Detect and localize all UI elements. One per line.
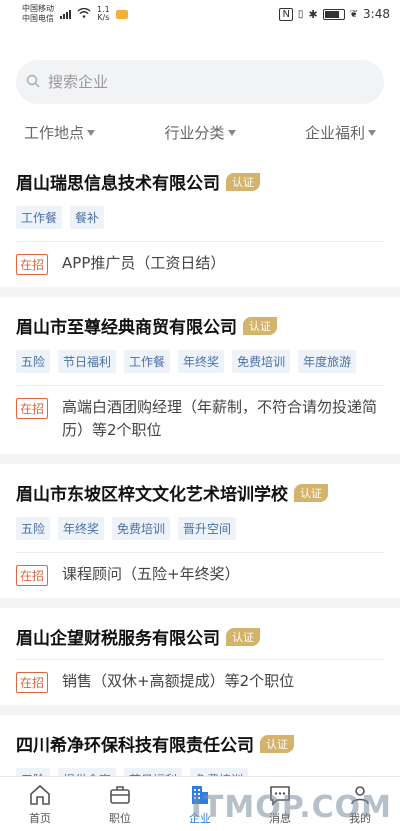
caret-down-icon <box>87 129 96 136</box>
tab-label: 首页 <box>29 811 51 825</box>
wifi-icon <box>77 7 91 21</box>
status-time: 3:48 <box>363 7 390 21</box>
company-name: 眉山瑞思信息技术有限公司 <box>16 174 220 194</box>
company-name: 眉山市至尊经典商贸有限公司 <box>16 318 237 338</box>
leaf-icon: ❦ <box>349 8 359 20</box>
benefit-tags: 五险 年终奖 免费培训 晋升空间 <box>16 517 384 553</box>
tab-home[interactable]: 首页 <box>10 783 70 826</box>
benefit-tag: 工作餐 <box>124 350 171 373</box>
filter-label: 行业分类 <box>164 124 225 142</box>
status-right: N ▯ ✱ ❦ 3:48 <box>279 7 390 21</box>
carrier-info: 中国移动 中国电信 <box>22 4 54 24</box>
job-row: 在招 高端白酒团购经理（年薪制，不符合请勿投递简历）等2个职位 <box>16 396 384 442</box>
header: 工作地点 行业分类 企业福利 <box>0 28 400 151</box>
hiring-badge: 在招 <box>16 254 49 275</box>
job-summary: 高端白酒团购经理（年薪制，不符合请勿投递简历）等2个职位 <box>62 398 378 439</box>
hiring-badge: 在招 <box>16 672 49 693</box>
filter-industry[interactable]: 行业分类 <box>164 122 236 143</box>
company-title-row: 眉山市东坡区梓文文化艺术培训学校 认证 <box>16 480 384 505</box>
benefit-tag: 工作餐 <box>16 206 63 229</box>
filter-label: 企业福利 <box>304 124 365 142</box>
network-speed: 1.1 K/s <box>97 6 110 22</box>
job-row: 在招 课程顾问（五险+年终奖） <box>16 563 384 586</box>
search-bar[interactable] <box>16 60 384 104</box>
job-row: 在招 销售（双休+高额提成）等2个职位 <box>16 670 384 693</box>
bluetooth-icon: ✱ <box>308 7 318 21</box>
vibrate-icon: ▯ <box>297 8 304 20</box>
company-title-row: 眉山企望财税服务有限公司 认证 <box>16 624 384 649</box>
company-card[interactable]: 眉山市至尊经典商贸有限公司 认证 五险 节日福利 工作餐 年终奖 免费培训 年度… <box>0 297 400 454</box>
benefit-tag: 免费培训 <box>232 350 291 373</box>
tab-jobs[interactable]: 职位 <box>90 783 150 826</box>
search-input[interactable] <box>48 73 348 91</box>
company-list: 眉山瑞思信息技术有限公司 认证 工作餐 餐补 在招 APP推广员（工资日结） 眉… <box>0 151 400 815</box>
benefit-tag: 免费培训 <box>112 517 171 540</box>
job-summary: 销售（双休+高额提成）等2个职位 <box>62 672 295 690</box>
filter-benefits[interactable]: 企业福利 <box>305 122 376 143</box>
notification-app-icon <box>115 9 128 19</box>
verified-badge: 认证 <box>226 172 260 191</box>
filter-location[interactable]: 工作地点 <box>24 122 96 143</box>
verified-badge: 认证 <box>226 627 260 646</box>
benefit-tag: 年终奖 <box>178 350 225 373</box>
filter-label: 工作地点 <box>24 124 85 142</box>
verified-badge: 认证 <box>260 734 294 753</box>
hiring-badge: 在招 <box>16 565 49 586</box>
speed-unit: K/s <box>97 13 110 22</box>
job-row: 在招 APP推广员（工资日结） <box>16 252 384 275</box>
status-left: 中国移动 中国电信 1.1 K/s <box>22 4 128 24</box>
bottom-tab-bar: 首页 职位 企业 消息 我的 ITMOP.COM <box>0 776 400 831</box>
verified-badge: 认证 <box>243 316 277 335</box>
home-icon <box>30 784 50 805</box>
status-bar: 中国移动 中国电信 1.1 K/s N ▯ ✱ ❦ 3:48 <box>0 0 400 28</box>
caret-down-icon <box>367 129 376 136</box>
hiring-badge: 在招 <box>16 398 49 419</box>
company-card[interactable]: 眉山企望财税服务有限公司 认证 在招 销售（双休+高额提成）等2个职位 <box>0 608 400 705</box>
verified-badge: 认证 <box>294 483 328 502</box>
benefit-tag: 晋升空间 <box>178 517 237 540</box>
signal-icon <box>60 9 71 19</box>
battery-icon <box>322 8 345 20</box>
nfc-icon: N <box>279 7 293 21</box>
caret-down-icon <box>227 129 236 136</box>
search-icon <box>26 73 40 92</box>
job-summary: APP推广员（工资日结） <box>62 254 226 272</box>
company-name: 眉山市东坡区梓文文化艺术培训学校 <box>16 485 288 505</box>
watermark: ITMOP.COM <box>190 790 392 825</box>
benefit-tags: 工作餐 餐补 <box>16 206 384 242</box>
tab-label: 职位 <box>109 811 131 825</box>
carrier-1: 中国移动 <box>22 4 54 13</box>
benefit-tag: 五险 <box>16 517 51 540</box>
benefit-tag: 节日福利 <box>58 350 117 373</box>
benefit-tag: 五险 <box>16 350 51 373</box>
filter-bar: 工作地点 行业分类 企业福利 <box>16 104 384 151</box>
carrier-2: 中国电信 <box>22 14 54 23</box>
benefit-tags: 五险 节日福利 工作餐 年终奖 免费培训 年度旅游 <box>16 350 384 386</box>
job-summary: 课程顾问（五险+年终奖） <box>62 565 240 583</box>
benefit-tag: 年终奖 <box>58 517 105 540</box>
company-title-row: 眉山市至尊经典商贸有限公司 认证 <box>16 313 384 338</box>
company-card[interactable]: 眉山市东坡区梓文文化艺术培训学校 认证 五险 年终奖 免费培训 晋升空间 在招 … <box>0 464 400 598</box>
company-title-row: 四川希净环保科技有限责任公司 认证 <box>16 731 384 756</box>
company-title-row: 眉山瑞思信息技术有限公司 认证 <box>16 169 384 194</box>
company-name: 四川希净环保科技有限责任公司 <box>16 736 254 756</box>
benefit-tags <box>16 655 384 660</box>
briefcase-icon <box>110 785 130 804</box>
benefit-tag: 年度旅游 <box>298 350 357 373</box>
company-card[interactable]: 眉山瑞思信息技术有限公司 认证 工作餐 餐补 在招 APP推广员（工资日结） <box>0 151 400 287</box>
benefit-tag: 餐补 <box>70 206 105 229</box>
company-name: 眉山企望财税服务有限公司 <box>16 629 220 649</box>
